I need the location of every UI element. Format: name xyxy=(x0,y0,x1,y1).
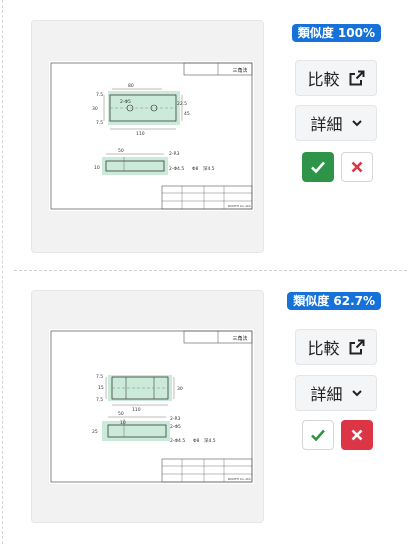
compare-label: 比較 xyxy=(307,339,340,358)
svg-text:2-R3: 2-R3 xyxy=(169,151,180,157)
svg-text:110: 110 xyxy=(136,131,145,137)
approve-button[interactable] xyxy=(302,420,334,450)
reject-button[interactable] xyxy=(341,152,373,182)
svg-text:ROOTH Co.,Ltd.: ROOTH Co.,Ltd. xyxy=(228,477,251,481)
svg-text:2-Φ5: 2-Φ5 xyxy=(170,424,181,430)
svg-text:30: 30 xyxy=(92,106,98,112)
detail-button[interactable]: 詳細 xyxy=(295,105,377,141)
svg-text:10: 10 xyxy=(94,165,100,171)
svg-text:7.5: 7.5 xyxy=(96,397,103,403)
approve-button[interactable] xyxy=(302,152,334,182)
detail-label: 詳細 xyxy=(310,115,343,134)
similarity-badge: 類似度 100% xyxy=(291,24,381,42)
svg-text:ROOTH Co.,Ltd.: ROOTH Co.,Ltd. xyxy=(228,204,251,208)
svg-text:45: 45 xyxy=(184,111,190,117)
title-block-text: 三角法 xyxy=(232,335,247,342)
check-icon xyxy=(311,161,325,174)
svg-text:80: 80 xyxy=(128,83,134,89)
drawing-thumbnail[interactable]: 三角法 7.5 15 30 7.5 110 50 10 2-R3 25 2-Φ5… xyxy=(31,290,264,523)
svg-text:深4.5: 深4.5 xyxy=(204,437,216,444)
chevron-down-icon xyxy=(351,390,362,397)
match-highlight xyxy=(102,421,170,441)
svg-text:10: 10 xyxy=(120,420,126,426)
drawing-thumbnail[interactable]: 三角法 7.5 80 30 7.5 110 2-Φ5 22.5 45 50 10… xyxy=(31,20,264,253)
svg-text:50: 50 xyxy=(118,148,124,154)
check-icon xyxy=(311,429,325,442)
result-card: 三角法 7.5 80 30 7.5 110 2-Φ5 22.5 45 50 10… xyxy=(0,0,419,270)
svg-text:2-Φ5: 2-Φ5 xyxy=(120,99,131,105)
svg-text:7.5: 7.5 xyxy=(96,374,103,380)
compare-label: 比較 xyxy=(307,70,340,89)
svg-text:深4.5: 深4.5 xyxy=(203,165,215,172)
x-icon xyxy=(351,429,363,441)
chevron-down-icon xyxy=(351,120,362,127)
cad-drawing-image: 三角法 7.5 15 30 7.5 110 50 10 2-R3 25 2-Φ5… xyxy=(49,329,254,484)
compare-button[interactable]: 比較 xyxy=(295,60,377,96)
drawing-sheet xyxy=(49,61,254,211)
svg-text:2-Φ4.5: 2-Φ4.5 xyxy=(170,438,185,444)
svg-text:7.5: 7.5 xyxy=(96,120,103,126)
svg-text:50: 50 xyxy=(118,411,124,417)
reject-button[interactable] xyxy=(341,420,373,450)
external-link-icon xyxy=(349,70,364,86)
svg-text:110: 110 xyxy=(132,407,141,413)
match-highlight xyxy=(102,157,168,175)
match-highlight xyxy=(108,91,180,125)
svg-text:25: 25 xyxy=(92,429,98,435)
svg-text:2-R3: 2-R3 xyxy=(170,416,181,422)
svg-text:15: 15 xyxy=(98,385,104,391)
drawing-sheet xyxy=(49,329,254,484)
svg-text:2-Φ4.5: 2-Φ4.5 xyxy=(169,166,184,172)
svg-text:7.5: 7.5 xyxy=(96,92,103,98)
svg-text:22.5: 22.5 xyxy=(177,101,187,107)
external-link-icon xyxy=(349,339,364,355)
result-card: 三角法 7.5 15 30 7.5 110 50 10 2-R3 25 2-Φ5… xyxy=(0,270,419,544)
cad-drawing-image: 三角法 7.5 80 30 7.5 110 2-Φ5 22.5 45 50 10… xyxy=(49,61,254,211)
title-block-text: 三角法 xyxy=(232,67,247,74)
x-icon xyxy=(351,161,363,173)
svg-text:Φ8: Φ8 xyxy=(192,166,199,172)
detail-label: 詳細 xyxy=(310,385,343,404)
svg-text:Φ8: Φ8 xyxy=(193,438,200,444)
svg-text:30: 30 xyxy=(177,386,183,392)
detail-button[interactable]: 詳細 xyxy=(295,375,377,411)
compare-button[interactable]: 比較 xyxy=(295,329,377,365)
similarity-badge: 類似度 62.7% xyxy=(287,292,381,310)
